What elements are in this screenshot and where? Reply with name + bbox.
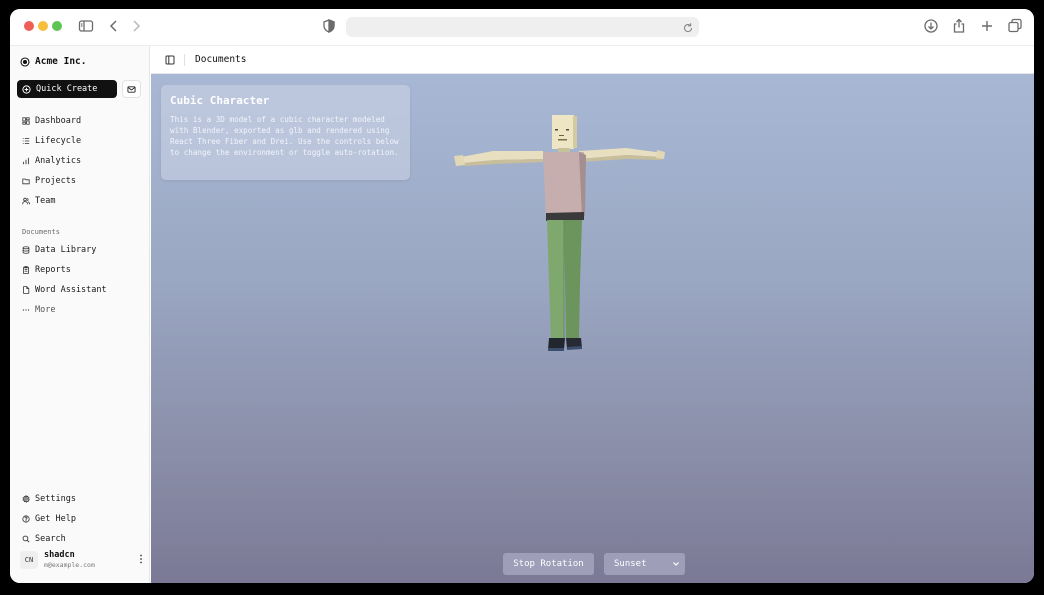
minimize-window-button[interactable]	[38, 21, 48, 31]
sidebar-item-label: Lifecycle	[35, 136, 82, 146]
plus-circle-icon	[22, 84, 31, 94]
sidebar-item-reports[interactable]: Reports	[22, 263, 71, 277]
mail-icon	[127, 85, 136, 93]
dashboard-icon	[22, 117, 30, 125]
sidebar-item-dashboard[interactable]: Dashboard	[22, 114, 81, 128]
maximize-window-button[interactable]	[52, 21, 62, 31]
3d-viewport[interactable]: Cubic Character This is a 3D model of a …	[151, 74, 1034, 583]
ellipsis-icon	[22, 309, 30, 311]
quick-create-button[interactable]: Quick Create	[17, 80, 117, 98]
quick-create-label: Quick Create	[36, 84, 98, 94]
sidebar-collapse-icon[interactable]	[165, 55, 175, 65]
environment-select[interactable]: Sunset	[604, 553, 685, 575]
sidebar-item-search[interactable]: Search	[22, 532, 66, 546]
database-icon	[22, 246, 30, 254]
sidebar-item-label: Analytics	[35, 156, 82, 166]
sidebar-item-label: Dashboard	[35, 116, 82, 126]
reload-icon[interactable]	[681, 20, 695, 34]
sidebar-item-label: Projects	[35, 176, 76, 186]
sidebar-item-label: Reports	[35, 265, 71, 275]
folder-icon	[22, 178, 30, 185]
list-icon	[22, 138, 30, 144]
clipboard-icon	[23, 266, 29, 274]
stop-rotation-button[interactable]: Stop Rotation	[503, 553, 594, 575]
page-header: Documents	[151, 46, 1034, 74]
users-icon	[22, 197, 30, 205]
header-divider	[184, 54, 185, 66]
tab-overview-icon[interactable]	[1007, 18, 1023, 34]
sidebar-item-more[interactable]: More	[22, 303, 55, 317]
help-icon	[22, 515, 30, 523]
avatar: CN	[20, 551, 38, 569]
chart-icon	[23, 157, 29, 165]
documents-section-label: Documents	[22, 228, 60, 236]
sidebar-item-lifecycle[interactable]: Lifecycle	[22, 134, 81, 148]
brand-logo-icon	[20, 56, 30, 67]
sidebar-item-settings[interactable]: Settings	[22, 492, 76, 506]
cubic-character-model[interactable]	[451, 102, 666, 352]
sidebar-item-get-help[interactable]: Get Help	[22, 512, 76, 526]
share-icon[interactable]	[951, 18, 967, 34]
brand-name: Acme Inc.	[35, 56, 87, 67]
close-window-button[interactable]	[24, 21, 34, 31]
sidebar-item-label: Word Assistant	[35, 285, 107, 295]
sidebar: Acme Inc. Quick Create Dashboard Lifecyc…	[10, 46, 150, 583]
sidebar-item-label: Settings	[35, 494, 76, 504]
page-title: Documents	[195, 54, 247, 65]
file-icon	[23, 286, 30, 294]
new-tab-icon[interactable]	[979, 18, 995, 34]
info-card-description: This is a 3D model of a cubic character …	[170, 115, 399, 157]
privacy-shield-icon[interactable]	[321, 18, 337, 34]
download-icon[interactable]	[923, 18, 939, 34]
sidebar-item-label: Team	[35, 196, 56, 206]
address-bar[interactable]	[346, 17, 699, 37]
inbox-button[interactable]	[122, 80, 141, 98]
user-name: shadcn	[44, 550, 75, 560]
browser-window: Acme Inc. Quick Create Dashboard Lifecyc…	[10, 9, 1034, 583]
sidebar-item-team[interactable]: Team	[22, 194, 55, 208]
brand[interactable]: Acme Inc.	[20, 56, 86, 67]
forward-arrow-icon[interactable]	[128, 18, 144, 34]
user-menu[interactable]: CN shadcn m@example.com	[20, 548, 145, 572]
info-card: Cubic Character This is a 3D model of a …	[161, 85, 410, 180]
sidebar-item-label: Get Help	[35, 514, 76, 524]
info-card-title: Cubic Character	[170, 94, 270, 107]
sidebar-item-label: More	[35, 305, 56, 315]
more-vertical-icon[interactable]	[137, 553, 145, 565]
sidebar-item-label: Search	[35, 534, 66, 544]
browser-toolbar	[10, 9, 1034, 46]
search-icon	[22, 535, 30, 543]
sidebar-item-word-assistant[interactable]: Word Assistant	[22, 283, 107, 297]
sidebar-item-label: Data Library	[35, 245, 97, 255]
user-email: m@example.com	[44, 561, 95, 569]
stop-rotation-label: Stop Rotation	[513, 559, 584, 569]
sidebar-toggle-icon[interactable]	[78, 18, 94, 34]
sidebar-item-projects[interactable]: Projects	[22, 174, 76, 188]
sidebar-item-data-library[interactable]: Data Library	[22, 243, 96, 257]
back-arrow-icon[interactable]	[106, 18, 122, 34]
environment-value: Sunset	[614, 559, 647, 569]
sidebar-item-analytics[interactable]: Analytics	[22, 154, 81, 168]
gear-icon	[22, 495, 30, 503]
chevron-down-icon	[673, 562, 679, 566]
